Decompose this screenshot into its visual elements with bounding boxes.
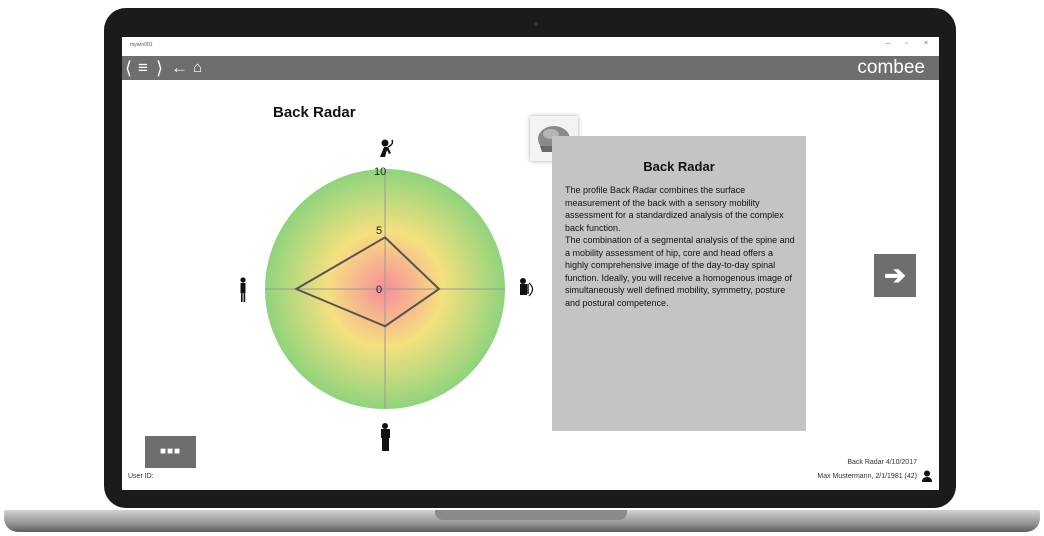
hip-figure-icon [381, 423, 390, 451]
back-radar-chart: 10 5 0 [240, 139, 534, 451]
app-screen: mywin001 – ▫ × ⟨ ≡ ⟩ ← ⌂ combee Back Rad… [122, 37, 939, 490]
scale-label-0: 0 [376, 284, 382, 296]
standing-figure-icon [240, 277, 246, 302]
scale-label-5: 5 [376, 225, 382, 237]
report-date: Back Radar 4/10/2017 [847, 459, 917, 466]
laptop-camera [534, 22, 538, 26]
info-paragraph-2: The combination of a segmental analysis … [565, 235, 795, 308]
maximize-button[interactable]: ▫ [905, 40, 907, 47]
arrow-right-icon: ➔ [884, 260, 906, 290]
user-id-label: User ID: [128, 473, 154, 480]
brand-logo: combee [857, 57, 925, 78]
more-options-button[interactable]: ■■■ [145, 436, 196, 468]
scale-label-10: 10 [374, 166, 386, 178]
laptop-notch [435, 510, 627, 520]
info-text: The profile Back Radar combines the surf… [565, 184, 795, 309]
info-title: Back Radar [643, 159, 715, 174]
info-paragraph-1: The profile Back Radar combines the surf… [565, 185, 784, 233]
person-icon[interactable] [921, 470, 933, 482]
minimize-button[interactable]: – [886, 40, 890, 47]
info-panel: Back Radar The profile Back Radar combin… [552, 136, 806, 431]
torso-figure-icon [520, 278, 534, 297]
close-button[interactable]: × [924, 40, 928, 47]
next-button[interactable]: ➔ [874, 254, 916, 297]
patient-info: Max Mustermann, 2/1/1981 (42) [817, 473, 917, 480]
head-figure-icon [380, 139, 394, 157]
